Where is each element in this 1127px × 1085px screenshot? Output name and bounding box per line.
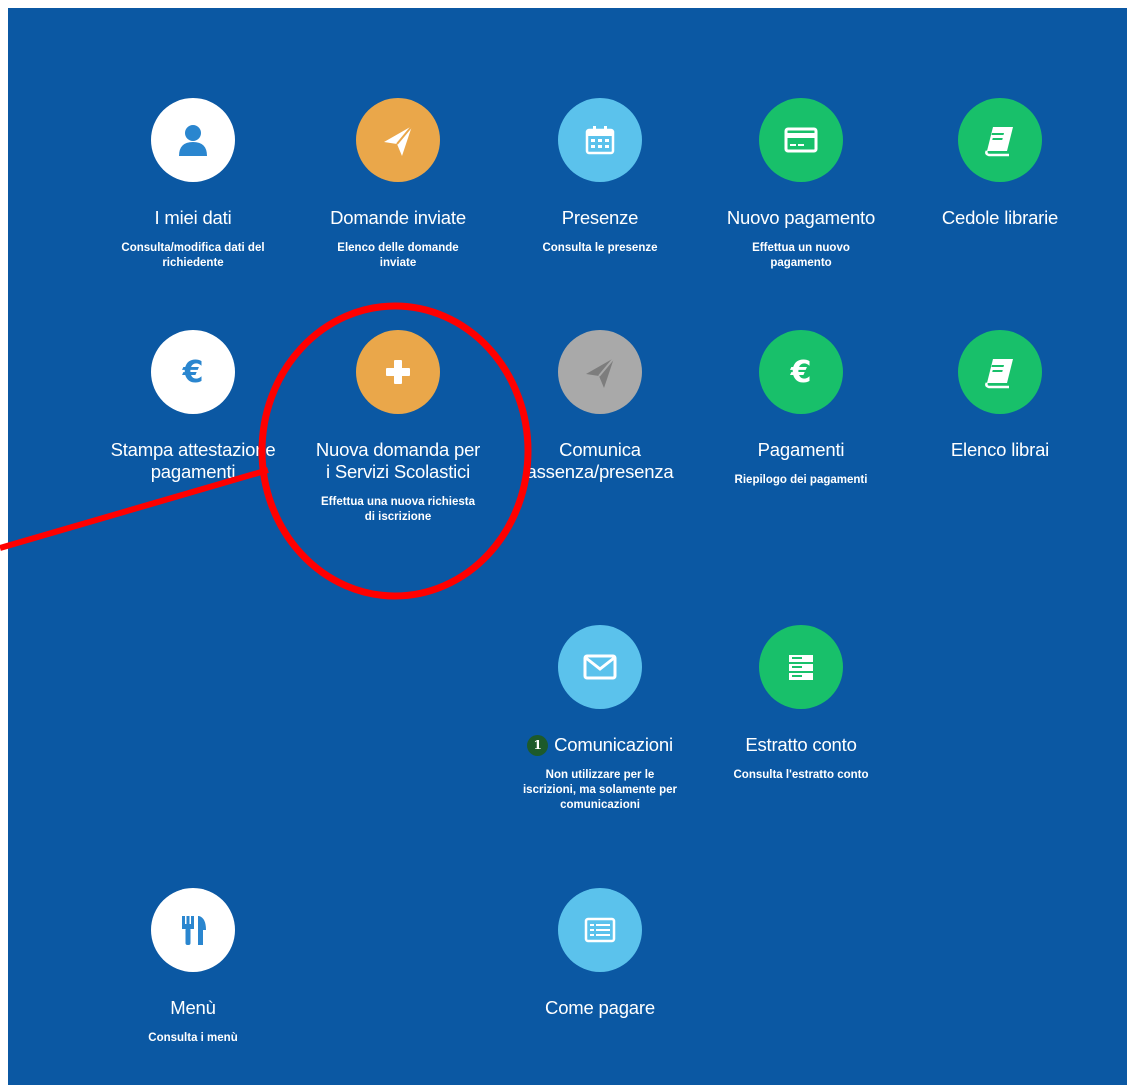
tile-menu[interactable]: Menù Consulta i menù: [108, 888, 278, 1046]
tile-subtitle: Consulta i menù: [148, 1032, 238, 1044]
tile-subtitle: Effettua un nuovo pagamento: [752, 242, 850, 269]
tile-presenze[interactable]: Presenze Consulta le presenze: [515, 98, 685, 256]
tile-subtitle: Consulta le presenze: [542, 242, 658, 254]
tile-title[interactable]: Cedole librarie: [915, 207, 1085, 229]
server-icon[interactable]: [759, 625, 843, 709]
tile-nuova-domanda[interactable]: Nuova domanda per i Servizi Scolastici E…: [313, 330, 483, 525]
tile-pagamenti[interactable]: € Pagamenti Riepilogo dei pagamenti: [716, 330, 886, 488]
tile-subtitle: Consulta l'estratto conto: [733, 769, 869, 781]
tile-title[interactable]: Presenze: [515, 207, 685, 229]
tile-comunica-assenza[interactable]: Comunica assenza/presenza: [515, 330, 685, 495]
tile-title[interactable]: Menù: [108, 997, 278, 1019]
calendar-icon[interactable]: [558, 98, 642, 182]
plus-icon[interactable]: [356, 330, 440, 414]
envelope-icon[interactable]: [558, 625, 642, 709]
tile-subtitle: Effettua una nuova richiesta di iscrizio…: [320, 496, 475, 523]
tile-title[interactable]: Stampa attestazione pagamenti: [108, 439, 278, 483]
tile-title[interactable]: 1 Comunicazioni: [515, 734, 685, 756]
credit-card-icon[interactable]: [759, 98, 843, 182]
tile-come-pagare[interactable]: Come pagare: [515, 888, 685, 1031]
tile-stampa-attestazione[interactable]: € Stampa attestazione pagamenti: [108, 330, 278, 495]
tile-cedole-librarie[interactable]: Cedole librarie: [915, 98, 1085, 241]
tile-title[interactable]: Come pagare: [515, 997, 685, 1019]
tile-domande-inviate[interactable]: Domande inviate Elenco delle domande inv…: [313, 98, 483, 271]
tile-subtitle: Elenco delle domande inviate: [337, 242, 459, 269]
svg-text:€: €: [790, 355, 812, 390]
tile-title[interactable]: Estratto conto: [716, 734, 886, 756]
list-icon[interactable]: [558, 888, 642, 972]
cutlery-icon[interactable]: [151, 888, 235, 972]
tile-title[interactable]: Nuova domanda per i Servizi Scolastici: [313, 439, 483, 483]
book-icon[interactable]: [958, 98, 1042, 182]
tile-title[interactable]: Pagamenti: [716, 439, 886, 461]
tile-title[interactable]: Comunica assenza/presenza: [515, 439, 685, 483]
tile-subtitle: Consulta/modifica dati del richiedente: [121, 242, 265, 269]
tile-title[interactable]: Nuovo pagamento: [716, 207, 886, 229]
book-icon[interactable]: [958, 330, 1042, 414]
tile-title[interactable]: Elenco librai: [915, 439, 1085, 461]
tile-title[interactable]: Domande inviate: [313, 207, 483, 229]
tile-comunicazioni[interactable]: 1 Comunicazioni Non utilizzare per le isc…: [515, 625, 685, 813]
svg-text:€: €: [182, 355, 204, 390]
paper-plane-icon[interactable]: [558, 330, 642, 414]
notification-badge: 1: [527, 734, 549, 756]
tile-title-text: Comunicazioni: [554, 734, 673, 755]
tile-subtitle: Riepilogo dei pagamenti: [734, 474, 868, 486]
tile-estratto-conto[interactable]: Estratto conto Consulta l'estratto conto: [716, 625, 886, 783]
paper-plane-icon[interactable]: [356, 98, 440, 182]
tile-nuovo-pagamento[interactable]: Nuovo pagamento Effettua un nuovo pagame…: [716, 98, 886, 271]
user-icon[interactable]: [151, 98, 235, 182]
dashboard-panel: I miei dati Consulta/modifica dati del r…: [8, 8, 1127, 1085]
tile-subtitle: Non utilizzare per le iscrizioni, ma sol…: [522, 769, 678, 811]
euro-icon[interactable]: €: [151, 330, 235, 414]
euro-icon[interactable]: €: [759, 330, 843, 414]
tile-miei-dati[interactable]: I miei dati Consulta/modifica dati del r…: [108, 98, 278, 271]
tile-elenco-librai[interactable]: Elenco librai: [915, 330, 1085, 473]
tile-title[interactable]: I miei dati: [108, 207, 278, 229]
